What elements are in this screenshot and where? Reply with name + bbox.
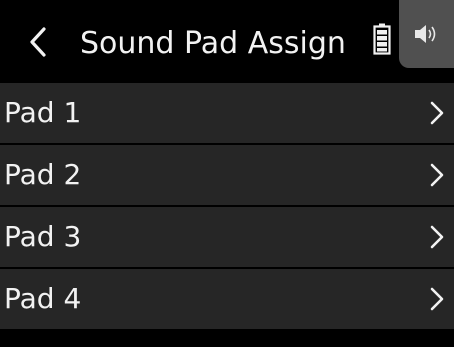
- chevron-right-icon: [430, 101, 444, 125]
- list-item-pad-1[interactable]: Pad 1: [0, 83, 454, 145]
- list-item-label: Pad 2: [4, 158, 82, 191]
- pad-list: Pad 1 Pad 2 Pad 3 Pad 4: [0, 83, 454, 331]
- speaker-icon: [414, 25, 435, 43]
- screen: Sound Pad Assign Pad 1 Pad 2 Pad 3 Pad 4: [0, 0, 454, 347]
- list-item-label: Pad 1: [4, 96, 82, 129]
- chevron-right-icon: [430, 287, 444, 311]
- bottom-area: [0, 331, 454, 347]
- battery-icon: [373, 23, 391, 55]
- list-item-label: Pad 4: [4, 282, 82, 315]
- page-title: Sound Pad Assign: [80, 26, 346, 61]
- header: Sound Pad Assign: [0, 0, 454, 80]
- speaker-button[interactable]: [399, 0, 454, 68]
- list-item-pad-2[interactable]: Pad 2: [0, 145, 454, 207]
- chevron-right-icon: [430, 225, 444, 249]
- list-item-pad-4[interactable]: Pad 4: [0, 269, 454, 331]
- chevron-left-icon: [30, 27, 46, 57]
- list-item-label: Pad 3: [4, 220, 82, 253]
- back-button[interactable]: [18, 20, 58, 64]
- list-item-pad-3[interactable]: Pad 3: [0, 207, 454, 269]
- chevron-right-icon: [430, 163, 444, 187]
